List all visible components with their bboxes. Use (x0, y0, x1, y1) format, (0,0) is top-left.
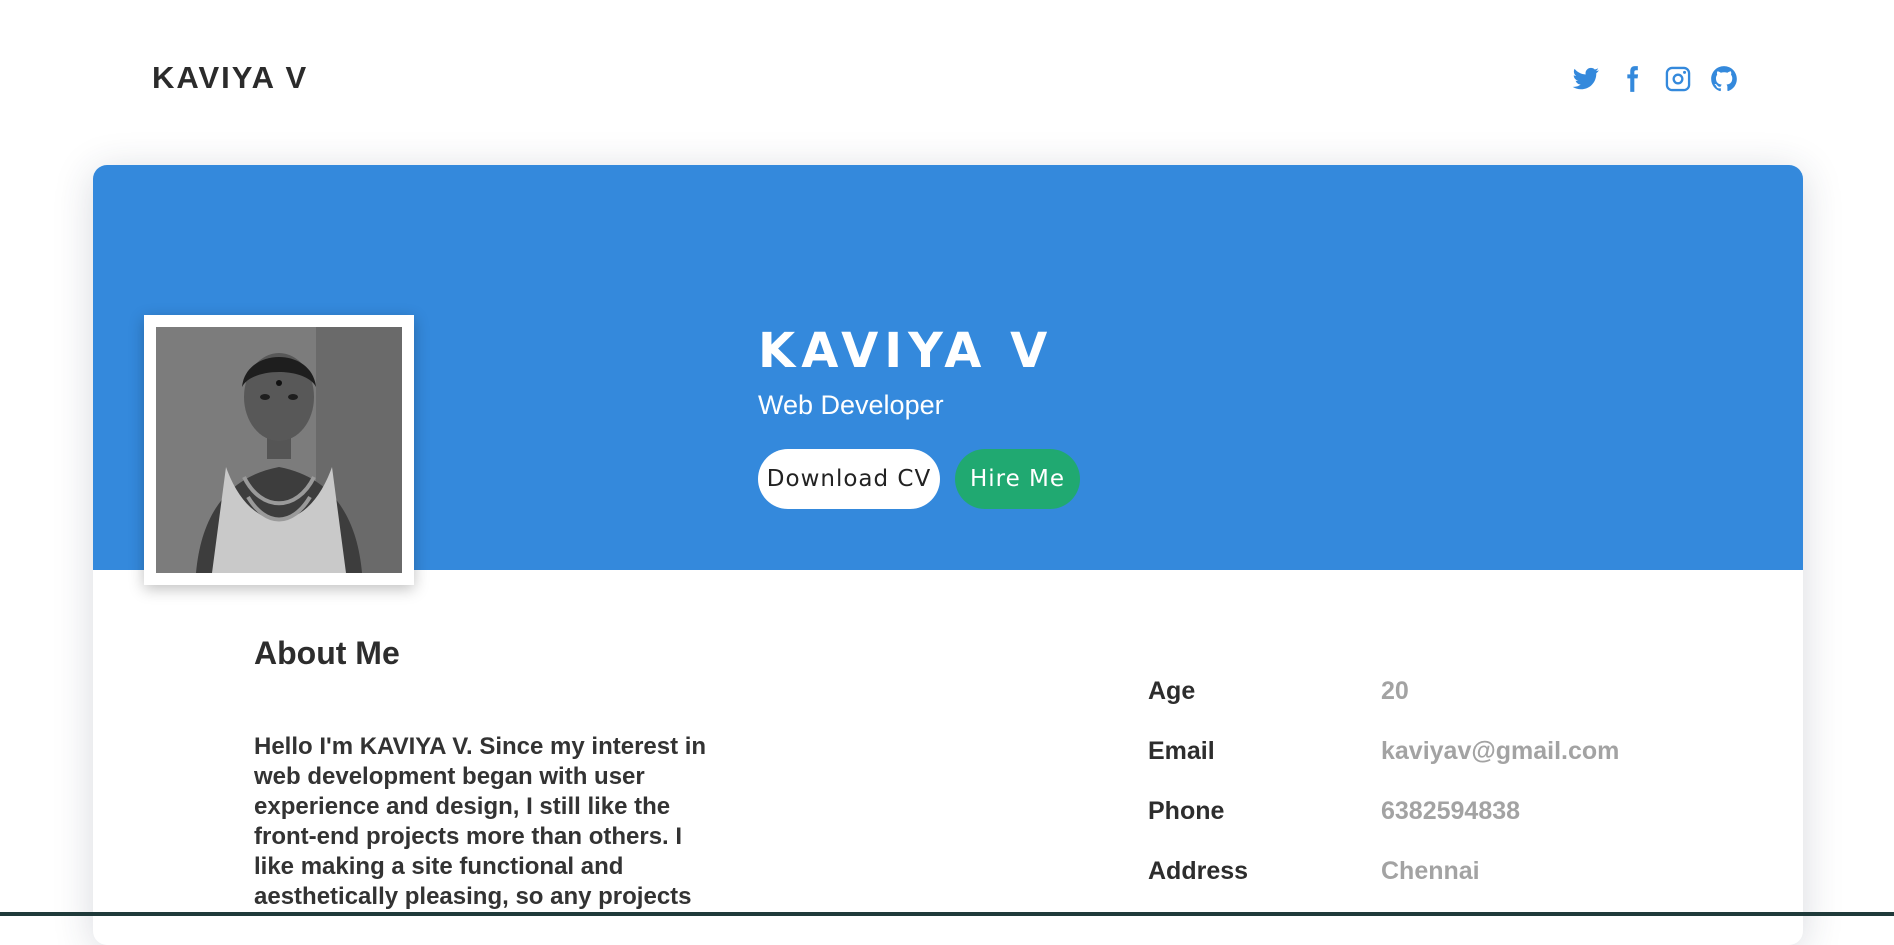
github-icon (1711, 66, 1737, 92)
instagram-link[interactable] (1663, 64, 1693, 94)
twitter-link[interactable] (1571, 64, 1601, 94)
hire-me-button[interactable]: Hire Me (955, 449, 1080, 509)
window-bottom-edge (0, 912, 1894, 916)
info-value: 20 (1381, 677, 1409, 705)
info-row-age: Age 20 (1148, 677, 1668, 737)
facebook-icon (1627, 66, 1639, 92)
profile-card: KAVIYA V Web Developer Download CV Hire … (93, 165, 1803, 945)
info-value: Chennai (1381, 857, 1480, 885)
info-value: 6382594838 (1381, 797, 1521, 825)
info-row-address: Address Chennai (1148, 857, 1668, 917)
info-row-email: Email kaviyav@gmail.com (1148, 737, 1668, 797)
social-links (1571, 64, 1739, 94)
person-portrait-icon (156, 327, 402, 573)
hero-name: KAVIYA V (758, 323, 1054, 379)
profile-photo-frame (144, 315, 414, 585)
about-text: Hello I'm KAVIYA V. Since my interest in… (254, 733, 707, 910)
info-label: Address (1148, 857, 1249, 885)
profile-photo (156, 327, 402, 573)
twitter-icon (1572, 67, 1599, 90)
download-cv-button[interactable]: Download CV (758, 449, 940, 509)
github-link[interactable] (1709, 64, 1739, 94)
hero-role: Web Developer (758, 390, 944, 420)
instagram-icon (1665, 66, 1691, 92)
info-value[interactable]: kaviyav@gmail.com (1381, 737, 1619, 766)
info-label: Age (1148, 677, 1196, 705)
personal-info-list: Age 20 Email kaviyav@gmail.com Phone 638… (1148, 677, 1668, 917)
info-row-phone: Phone 6382594838 (1148, 797, 1668, 857)
brand-name[interactable]: KAVIYA V (152, 60, 308, 96)
about-title: About Me (254, 635, 400, 671)
facebook-link[interactable] (1617, 64, 1647, 94)
top-navbar: KAVIYA V (0, 0, 1894, 160)
info-label: Phone (1148, 797, 1225, 825)
info-label: Email (1148, 737, 1215, 765)
